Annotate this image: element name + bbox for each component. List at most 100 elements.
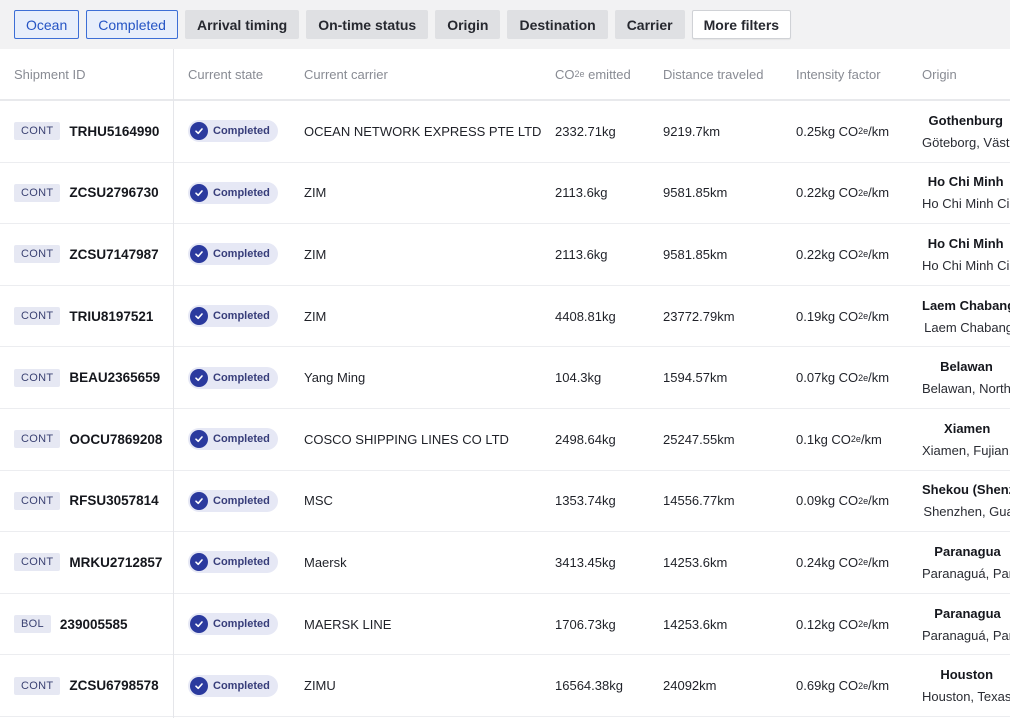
- carrier-cell: Maersk: [304, 554, 347, 570]
- shipment-id-cell: BOL 239005585: [14, 594, 128, 655]
- origin-city: Paranagua: [934, 543, 1001, 559]
- shipment-id-cell: CONT ZCSU7147987: [14, 224, 159, 285]
- check-icon: [190, 307, 208, 326]
- shipment-id-cell: CONT OOCU7869208: [14, 409, 162, 470]
- filter-chip-on-time-status[interactable]: On-time status: [306, 10, 429, 39]
- filter-chip-more-filters[interactable]: More filters: [691, 10, 792, 39]
- check-icon: [190, 368, 208, 387]
- filter-chip-arrival-timing[interactable]: Arrival timing: [184, 10, 300, 39]
- co2-cell: 1353.74kg: [555, 493, 616, 509]
- intensity-value: 0.24: [796, 554, 822, 570]
- status-label: Completed: [213, 433, 270, 446]
- shipment-id[interactable]: BEAU2365659: [69, 370, 160, 385]
- header-intensity-factor[interactable]: Intensity factor: [796, 49, 881, 99]
- origin-city: Ho Chi Minh: [927, 174, 1004, 190]
- state-cell: Completed: [188, 163, 278, 224]
- shipment-id[interactable]: ZCSU7147987: [69, 247, 158, 262]
- intensity-value: 0.12: [796, 616, 822, 632]
- table-row[interactable]: CONT ZCSU7147987 Completed ZIM 2113.6kg 9581.…: [0, 224, 1010, 286]
- table-row[interactable]: CONT TRHU5164990 Completed OCEAN NETWORK EX…: [0, 101, 1010, 163]
- shipment-type-tag: CONT: [14, 307, 61, 326]
- origin-city: Houston: [940, 667, 994, 683]
- table-row[interactable]: CONT OOCU7869208 Completed COSCO SHIPPING L…: [0, 409, 1010, 471]
- check-icon: [190, 430, 208, 449]
- state-cell: Completed: [188, 532, 278, 593]
- intensity-unit-prefix: kg CO: [821, 554, 859, 570]
- shipment-id[interactable]: MRKU2712857: [69, 555, 162, 570]
- check-icon: [190, 245, 208, 264]
- distance-cell: 23772.79km: [663, 308, 735, 324]
- origin-cell: Gothenburg Göteborg, Väst: [922, 101, 1009, 162]
- shipment-type-tag: CONT: [14, 368, 61, 387]
- intensity-value: 0.22: [796, 185, 822, 201]
- status-label: Completed: [213, 679, 270, 692]
- status-badge: Completed: [188, 428, 278, 451]
- table-row[interactable]: CONT BEAU2365659 Completed Yang Ming 104.3kg…: [0, 347, 1010, 409]
- intensity-cell: 0.24 kg CO 2e/km: [796, 532, 889, 593]
- origin-cell: Xiamen Xiamen, Fujian,: [922, 409, 1010, 470]
- table-row[interactable]: CONT TRIU8197521 Completed ZIM 4408.81kg 2377…: [0, 286, 1010, 348]
- state-cell: Completed: [188, 347, 278, 408]
- origin-region: Shenzhen, Gua: [923, 504, 1010, 520]
- status-badge: Completed: [188, 551, 278, 574]
- table-row[interactable]: BOL 239005585 Completed MAERSK LINE 1706.73k…: [0, 594, 1010, 656]
- origin-cell: Paranagua Paranaguá, Par: [922, 594, 1010, 655]
- table-row[interactable]: CONT ZCSU6798578 Completed ZIMU 16564.38kg 24…: [0, 655, 1010, 717]
- shipment-id[interactable]: ZCSU2796730: [69, 185, 158, 200]
- shipment-id[interactable]: ZCSU6798578: [69, 678, 158, 693]
- shipment-type-tag: CONT: [14, 676, 61, 695]
- origin-region: Göteborg, Väst: [922, 134, 1010, 150]
- intensity-value: 0.25: [796, 123, 822, 139]
- status-badge: Completed: [188, 613, 278, 636]
- filter-chip-origin[interactable]: Origin: [435, 10, 501, 39]
- origin-cell: Laem Chabang Laem Chabang: [922, 286, 1010, 347]
- status-badge: Completed: [188, 181, 278, 204]
- shipment-type-tag: CONT: [14, 122, 61, 141]
- intensity-unit-sub: 2e: [858, 680, 869, 691]
- shipment-id-cell: CONT MRKU2712857: [14, 532, 162, 593]
- intensity-cell: 0.09 kg CO 2e/km: [796, 471, 889, 532]
- filter-chip-destination[interactable]: Destination: [507, 10, 608, 39]
- intensity-cell: 0.19 kg CO 2e/km: [796, 286, 889, 347]
- intensity-unit-suffix: /km: [868, 554, 890, 570]
- header-co2-emitted[interactable]: CO 2e emitted: [555, 49, 631, 99]
- origin-region: Ho Chi Minh Ci: [922, 196, 1010, 212]
- origin-region: Belawan, North: [922, 381, 1010, 397]
- shipment-id[interactable]: OOCU7869208: [69, 432, 162, 447]
- origin-cell: Belawan Belawan, North: [922, 347, 1010, 408]
- status-label: Completed: [213, 618, 270, 631]
- table-row[interactable]: CONT RFSU3057814 Completed MSC 1353.74kg 1455…: [0, 471, 1010, 533]
- status-badge: Completed: [188, 489, 278, 512]
- origin-city: Shekou (Shenz: [922, 482, 1010, 498]
- filter-chip-carrier[interactable]: Carrier: [614, 10, 685, 39]
- filter-chip-ocean[interactable]: Ocean: [14, 10, 80, 39]
- check-icon: [190, 615, 208, 634]
- shipment-type-tag: CONT: [14, 491, 61, 510]
- intensity-value: 0.22: [796, 246, 822, 262]
- state-cell: Completed: [188, 224, 278, 285]
- header-shipment-id[interactable]: Shipment ID: [14, 49, 86, 99]
- header-origin[interactable]: Origin: [922, 49, 957, 99]
- table-row[interactable]: CONT ZCSU2796730 Completed ZIM 2113.6kg 9581.…: [0, 163, 1010, 225]
- distance-cell: 14253.6km: [663, 554, 728, 570]
- shipment-id[interactable]: RFSU3057814: [69, 493, 158, 508]
- header-distance-traveled[interactable]: Distance traveled: [663, 49, 763, 99]
- intensity-unit-sub: 2e: [858, 126, 869, 137]
- state-cell: Completed: [188, 655, 278, 716]
- header-current-state[interactable]: Current state: [188, 49, 263, 99]
- intensity-unit-sub: 2e: [858, 372, 869, 383]
- shipment-id[interactable]: 239005585: [60, 617, 128, 632]
- header-current-carrier[interactable]: Current carrier: [304, 49, 388, 99]
- shipment-id[interactable]: TRIU8197521: [69, 309, 153, 324]
- shipment-id[interactable]: TRHU5164990: [69, 124, 159, 139]
- carrier-cell: Yang Ming: [304, 370, 366, 386]
- intensity-unit-prefix: kg CO: [821, 185, 859, 201]
- table-row[interactable]: CONT MRKU2712857 Completed Maersk 3413.45kg 1…: [0, 532, 1010, 594]
- intensity-unit-suffix: /km: [868, 185, 890, 201]
- check-icon: [190, 491, 208, 510]
- state-cell: Completed: [188, 471, 278, 532]
- distance-cell: 24092km: [663, 678, 717, 694]
- intensity-unit-suffix: /km: [868, 308, 890, 324]
- intensity-unit-suffix: /km: [868, 370, 890, 386]
- filter-chip-completed[interactable]: Completed: [86, 10, 178, 39]
